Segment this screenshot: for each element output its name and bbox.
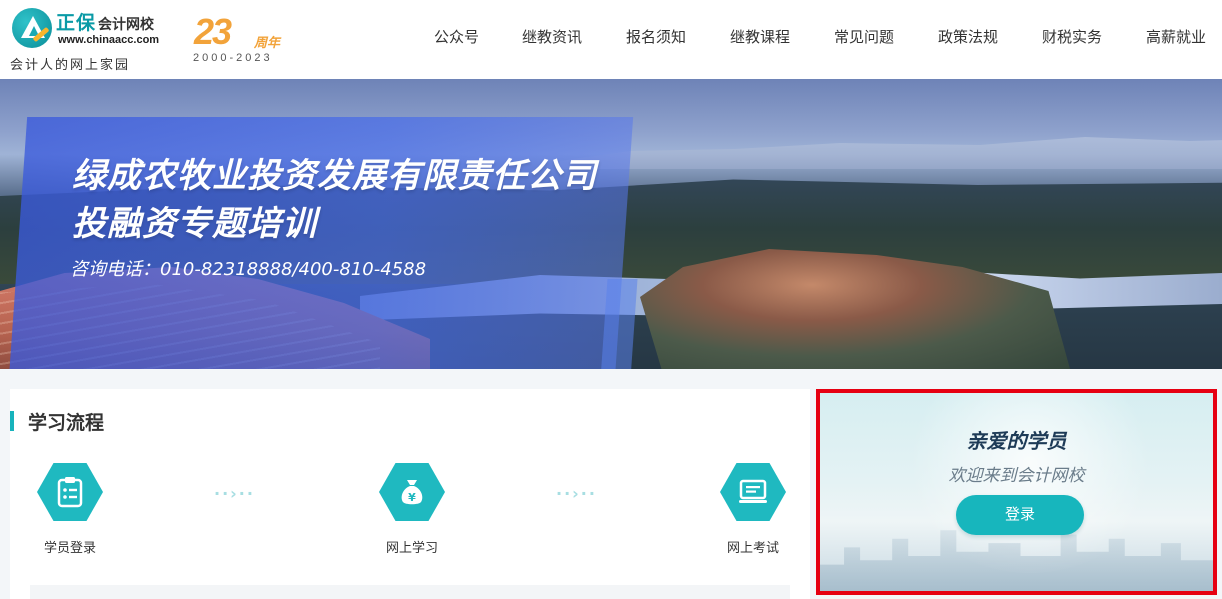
nav-item-jobs[interactable]: 高薪就业 xyxy=(1146,26,1206,47)
main-nav: 公众号 继教资讯 报名须知 继教课程 常见问题 政策法规 财税实务 高薪就业 xyxy=(414,0,1222,79)
logo-slogan: 会计人的网上家园 xyxy=(10,58,131,73)
banner-title-line1: 绿成农牧业投资发展有限责任公司 xyxy=(72,156,597,196)
section-title: 学习流程 xyxy=(28,412,105,434)
banner-title-line2: 投融资专题培训 xyxy=(72,204,317,244)
money-bag-icon: ¥ xyxy=(379,463,445,521)
section-bottom-panel xyxy=(30,585,790,599)
nav-item-tax-practice[interactable]: 财税实务 xyxy=(1042,26,1102,47)
logo-url: www.chinaacc.com xyxy=(58,34,160,46)
anniversary-years: 2000-2023 xyxy=(193,52,273,64)
step-student-login[interactable]: 学员登录 xyxy=(20,463,120,556)
banner-panel-stripe xyxy=(600,279,638,369)
banner-phone: 咨询电话：010-82318888/400-810-4588 xyxy=(70,259,427,280)
step-separator: ··›·· xyxy=(214,484,255,503)
logo-brand-name: 正保 xyxy=(56,12,97,34)
step-separator: ··›·· xyxy=(556,484,597,503)
login-greeting: 亲爱的学员 xyxy=(966,429,1067,453)
login-button[interactable]: 登录 xyxy=(956,495,1084,535)
logo-brand-suffix: 会计网校 xyxy=(98,17,155,33)
nav-item-registration[interactable]: 报名须知 xyxy=(626,26,686,47)
nav-item-courses[interactable]: 继教课程 xyxy=(730,26,790,47)
logo-brand: 正保 会计网校 xyxy=(56,8,155,34)
nav-item-policy[interactable]: 政策法规 xyxy=(938,26,998,47)
chinaacc-logo-icon xyxy=(12,8,52,48)
step-label: 学员登录 xyxy=(43,541,96,556)
banner-background-mountains xyxy=(560,137,1222,169)
computer-icon xyxy=(720,463,786,521)
anniversary-suffix: 周年 xyxy=(254,36,281,51)
nav-item-jijiao-news[interactable]: 继教资讯 xyxy=(522,26,582,47)
anniversary-number: 23 xyxy=(194,11,232,52)
step-label: 网上考试 xyxy=(726,541,779,556)
svg-text:¥: ¥ xyxy=(408,491,416,504)
site-header: 正保 会计网校 www.chinaacc.com 会计人的网上家园 23 周年 2… xyxy=(0,0,1222,79)
nav-item-faq[interactable]: 常见问题 xyxy=(834,26,894,47)
login-card: 亲爱的学员 欢迎来到会计网校 登录 xyxy=(816,389,1217,595)
step-label: 网上学习 xyxy=(385,541,438,556)
clipboard-icon xyxy=(37,463,103,521)
learning-process-section: 学习流程 学员登录 ··›·· ¥ 网上学习 ··›·· 网上考试 xyxy=(10,389,810,599)
section-title-bar xyxy=(10,411,14,431)
step-online-learning[interactable]: ¥ 网上学习 xyxy=(362,463,462,556)
step-online-exam[interactable]: 网上考试 xyxy=(703,463,803,556)
hero-banner[interactable]: 绿成农牧业投资发展有限责任公司 投融资专题培训 咨询电话：010-8231888… xyxy=(0,79,1222,369)
nav-item-gongzhonghao[interactable]: 公众号 xyxy=(434,26,479,47)
login-welcome-text: 欢迎来到会计网校 xyxy=(948,466,1085,486)
site-logo[interactable]: 正保 会计网校 www.chinaacc.com 会计人的网上家园 xyxy=(8,6,168,76)
anniversary-badge: 23 周年 2000-2023 xyxy=(192,12,302,70)
